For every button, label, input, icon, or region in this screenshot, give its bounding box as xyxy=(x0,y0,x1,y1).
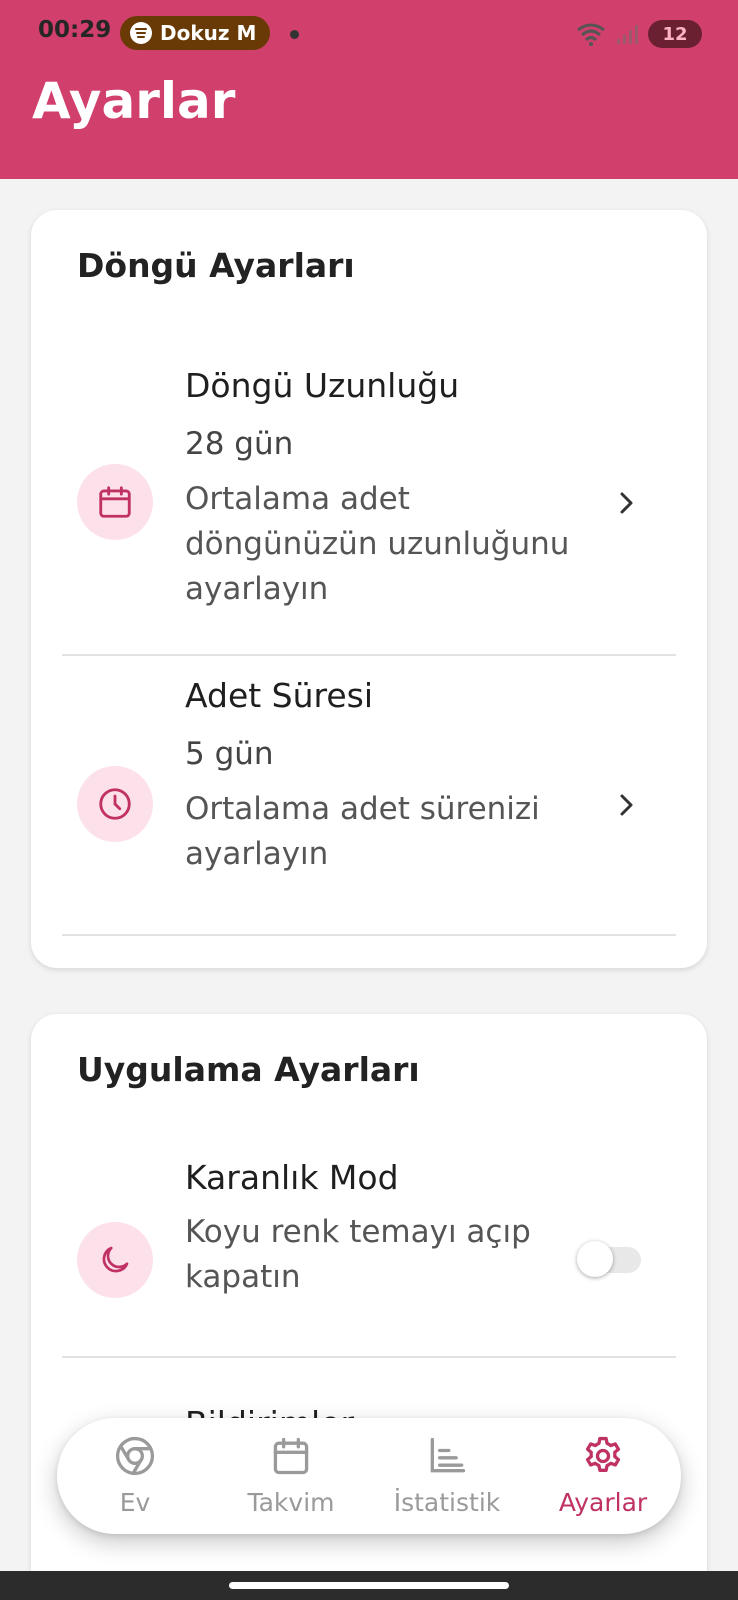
section-title: Uygulama Ayarları xyxy=(77,1050,420,1089)
calendar-icon xyxy=(99,486,131,518)
nav-item-settings[interactable]: Ayarlar xyxy=(525,1418,681,1534)
moon-icon xyxy=(102,1246,129,1273)
app-header: 00:29 Dokuz M 12 Ayarlar xyxy=(0,0,738,179)
gear-icon xyxy=(585,1436,621,1472)
setting-value: 28 gün xyxy=(185,426,294,462)
system-gesture-bar xyxy=(0,1571,738,1600)
setting-title: Döngü Uzunluğu xyxy=(185,366,460,405)
wifi-icon xyxy=(577,23,605,46)
battery-level: 12 xyxy=(662,23,688,45)
cycle-settings-card: Döngü Ayarları Döngü Uzunluğu 28 gün Ort… xyxy=(31,210,707,968)
calendar-icon xyxy=(273,1437,309,1475)
icon-badge xyxy=(77,464,153,540)
battery-indicator: 12 xyxy=(648,20,702,48)
media-text: Dokuz M xyxy=(160,21,257,45)
toggle-thumb xyxy=(577,1241,613,1277)
chevron-right-icon xyxy=(620,492,633,514)
bottom-navigation: Ev Takvim İstatistik Ayarlar xyxy=(57,1418,681,1534)
section-title: Döngü Ayarları xyxy=(77,246,355,285)
settings-screen: 00:29 Dokuz M 12 Ayarlar Döngü Ayarları … xyxy=(0,0,738,1600)
spotify-icon xyxy=(130,22,152,44)
signal-icon xyxy=(617,25,638,44)
setting-value: 5 gün xyxy=(185,736,274,772)
chevron-right-icon xyxy=(620,794,633,816)
setting-title: Karanlık Mod xyxy=(185,1158,399,1197)
setting-description: Ortalama adet sürenizi ayarlayın xyxy=(185,791,540,872)
nav-item-home[interactable]: Ev xyxy=(57,1418,213,1534)
icon-badge xyxy=(77,766,153,842)
nav-label: Takvim xyxy=(247,1488,335,1517)
divider xyxy=(62,934,676,936)
page-title: Ayarlar xyxy=(32,72,236,130)
nav-label: İstatistik xyxy=(393,1488,501,1517)
nav-item-calendar[interactable]: Takvim xyxy=(213,1418,369,1534)
status-time: 00:29 xyxy=(38,17,112,43)
notification-dot xyxy=(290,30,299,39)
settings-item-dark-mode[interactable]: Karanlık Mod Koyu renk temayı açıp kapat… xyxy=(31,1144,707,1370)
setting-title: Adet Süresi xyxy=(185,676,374,715)
dark-mode-toggle[interactable] xyxy=(577,1241,641,1277)
status-icons: 12 xyxy=(576,20,702,48)
settings-item-cycle-length[interactable]: Döngü Uzunluğu 28 gün Ortalama adet döng… xyxy=(31,340,707,607)
icon-badge xyxy=(77,1222,153,1298)
home-icon xyxy=(115,1436,155,1476)
nav-label: Ayarlar xyxy=(558,1488,648,1517)
status-bar: 00:29 Dokuz M 12 xyxy=(0,0,738,68)
nav-label: Ev xyxy=(119,1488,151,1517)
clock-icon xyxy=(99,788,131,820)
media-notification-pill[interactable]: Dokuz M xyxy=(120,16,270,50)
home-gesture-handle[interactable] xyxy=(229,1582,509,1589)
setting-description: Ortalama adet döngünüzün uzunluğunu ayar… xyxy=(185,481,570,607)
chart-icon xyxy=(430,1437,466,1473)
settings-item-period-length[interactable]: Adet Süresi 5 gün Ortalama adet sürenizi… xyxy=(31,656,707,944)
setting-description: Koyu renk temayı açıp kapatın xyxy=(185,1214,531,1295)
nav-item-statistics[interactable]: İstatistik xyxy=(369,1418,525,1534)
